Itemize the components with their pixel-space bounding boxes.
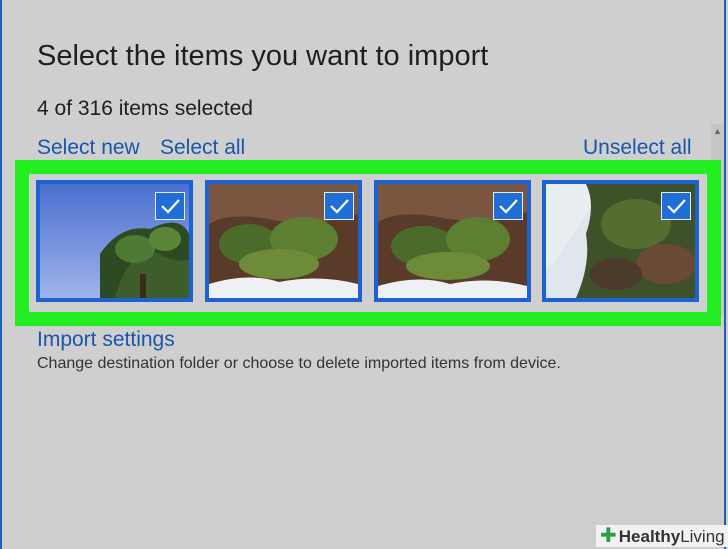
unselect-all-link[interactable]: Unselect all [583,136,692,160]
selection-count: 4 of 316 items selected [37,97,253,120]
checkmark-icon [161,199,180,214]
checkbox-checked[interactable] [493,192,523,220]
checkbox-checked[interactable] [661,192,691,220]
select-all-link[interactable]: Select all [160,136,245,160]
photo-thumbnail[interactable] [36,180,193,302]
checkbox-checked[interactable] [155,192,185,220]
import-settings-link[interactable]: Import settings [37,328,175,352]
plus-icon: ✚ [600,525,617,547]
scroll-up-arrow-icon[interactable]: ▲ [711,124,724,138]
checkmark-icon [499,199,518,214]
import-settings-description: Change destination folder or choose to d… [37,355,561,372]
checkmark-icon [330,199,349,214]
checkbox-checked[interactable] [324,192,354,220]
photo-thumbnail[interactable] [542,180,699,302]
photo-thumbnail[interactable] [374,180,531,302]
watermark-logo: ✚ HealthyLiving [596,525,728,547]
photo-thumbnail[interactable] [205,180,362,302]
watermark-brand-bold: Healthy [618,527,681,546]
watermark-brand-light: Living [680,527,725,546]
select-new-link[interactable]: Select new [37,136,140,160]
checkmark-icon [667,199,686,214]
page-title: Select the items you want to import [37,40,489,72]
